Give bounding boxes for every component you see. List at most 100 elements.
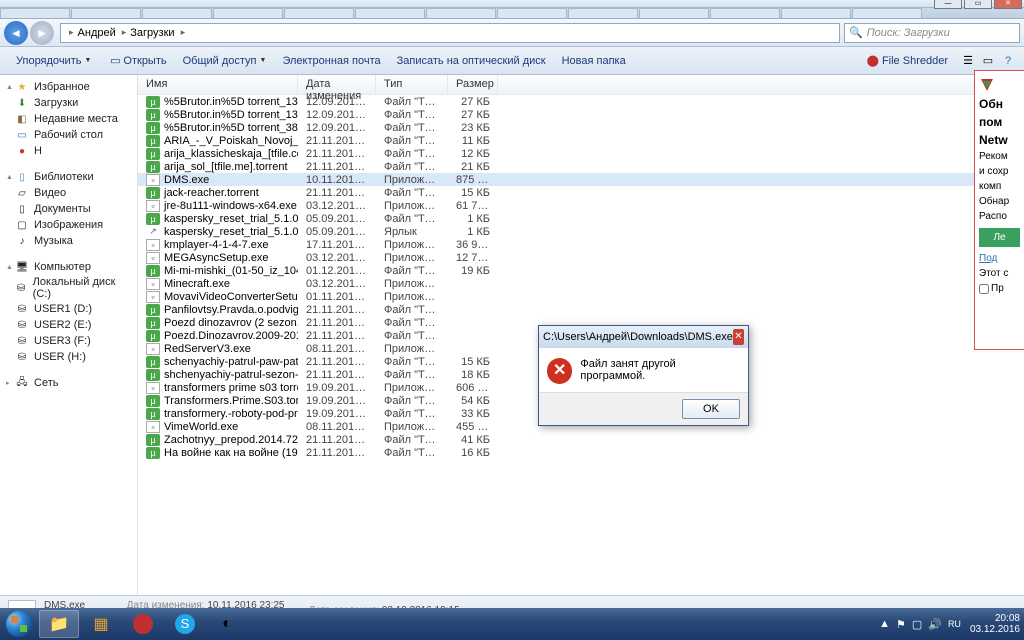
file-date: 19.09.2016 20:56: [298, 395, 376, 407]
tray-up-icon[interactable]: ▲: [879, 618, 890, 630]
bg-tab[interactable]: [355, 8, 425, 18]
forward-button[interactable]: ►: [30, 21, 54, 45]
col-date[interactable]: Дата изменения: [298, 75, 376, 94]
col-name[interactable]: Имя: [138, 75, 298, 94]
kasp-link[interactable]: Под: [979, 253, 1020, 264]
sidebar-item-documents[interactable]: ▯Документы: [0, 201, 137, 217]
crumb-folder[interactable]: Загрузки: [130, 27, 174, 39]
taskbar-app[interactable]: ▦: [81, 610, 121, 638]
bg-tab[interactable]: [568, 8, 638, 18]
minimize-button[interactable]: —: [934, 0, 962, 9]
file-row[interactable]: µARIA_-_V_Poiskah_Novoj_Zhertvy_(AntiS..…: [138, 134, 1024, 147]
file-icon: µ: [146, 135, 160, 147]
tray-clock[interactable]: 20:08 03.12.2016: [970, 613, 1020, 635]
bg-tab[interactable]: [852, 8, 922, 18]
breadcrumb[interactable]: ▸ Андрей ▸ Загрузки ▸: [60, 23, 840, 43]
open-button[interactable]: ▭Открыть: [99, 53, 174, 69]
address-bar-row: ◄ ► ▸ Андрей ▸ Загрузки ▸ 🔍 Поиск: Загру…: [0, 19, 1024, 47]
bg-tab[interactable]: [426, 8, 496, 18]
organize-button[interactable]: Упорядочить▼: [8, 55, 99, 67]
tray-flag-icon[interactable]: ⚑: [896, 618, 906, 631]
sidebar-item-h[interactable]: ●Н: [0, 143, 137, 159]
col-type[interactable]: Тип: [376, 75, 448, 94]
file-row[interactable]: µarija_sol_[tfile.me].torrent21.11.2016 …: [138, 160, 1024, 173]
sidebar-item-drive-h[interactable]: ⛁USER (H:): [0, 349, 137, 365]
sidebar-item-drive-c[interactable]: ⛁Локальный диск (C:): [0, 275, 137, 301]
file-row[interactable]: ▫DMS.exe10.11.2016 23:25Приложение875 КБ: [138, 173, 1024, 186]
kasp-checkbox[interactable]: [979, 284, 989, 294]
bg-tab[interactable]: [213, 8, 283, 18]
file-type: Файл "TORRENT": [376, 187, 448, 199]
taskbar-opera[interactable]: [123, 610, 163, 638]
tray-lang-icon[interactable]: RU: [948, 619, 961, 629]
file-row[interactable]: µ%5Brutor.in%5D torrent_382925.torrent12…: [138, 121, 1024, 134]
sidebar-libraries[interactable]: ▲▯Библиотеки: [0, 169, 137, 185]
sidebar-item-pictures[interactable]: ▢Изображения: [0, 217, 137, 233]
file-row[interactable]: ▫kmplayer-4-1-4-7.exe17.11.2016 20:07При…: [138, 238, 1024, 251]
sidebar-item-drive-e[interactable]: ⛁USER2 (E:): [0, 317, 137, 333]
taskbar-explorer[interactable]: 📁: [39, 610, 79, 638]
bg-tab[interactable]: [142, 8, 212, 18]
file-row[interactable]: ▫MovaviVideoConverterSetupO_1.exe01.11.2…: [138, 290, 1024, 303]
file-row[interactable]: µkaspersky_reset_trial_5.1.0.29.exe.torr…: [138, 212, 1024, 225]
tray-network-icon[interactable]: ▢: [912, 618, 922, 631]
preview-pane-button[interactable]: ▭: [980, 53, 996, 69]
view-button[interactable]: ☰: [960, 53, 976, 69]
file-icon: µ: [146, 187, 160, 199]
taskbar-app2[interactable]: ◐: [207, 610, 247, 638]
bg-tab[interactable]: [71, 8, 141, 18]
bg-tab[interactable]: [639, 8, 709, 18]
file-name: kaspersky_reset_trial_5.1.0.29.exe.torre…: [164, 226, 298, 238]
burn-button[interactable]: Записать на оптический диск: [389, 55, 554, 67]
file-row[interactable]: ▫MEGAsyncSetup.exe03.12.2016 19:03Прилож…: [138, 251, 1024, 264]
sidebar-item-drive-f[interactable]: ⛁USER3 (F:): [0, 333, 137, 349]
file-shredder-button[interactable]: ⬤File Shredder: [859, 54, 956, 67]
crumb-user[interactable]: Андрей: [78, 27, 116, 39]
file-date: 08.11.2016 16:21: [298, 421, 376, 433]
file-row[interactable]: µ%5Brutor.in%5D torrent_138413 (1).torre…: [138, 95, 1024, 108]
file-row[interactable]: ▫Minecraft.exe03.12.2016 16:58Приложение: [138, 277, 1024, 290]
chevron-right-icon: ▸: [69, 27, 74, 38]
taskbar-skype[interactable]: S: [165, 610, 205, 638]
sidebar-computer[interactable]: ▲🖥Компьютер: [0, 259, 137, 275]
close-button[interactable]: ✕: [994, 0, 1022, 9]
file-row[interactable]: ↗kaspersky_reset_trial_5.1.0.29.exe.torr…: [138, 225, 1024, 238]
file-row[interactable]: µjack-reacher.torrent21.11.2016 12:30Фай…: [138, 186, 1024, 199]
start-button[interactable]: [0, 608, 38, 640]
sidebar-item-music[interactable]: ♪Музыка: [0, 233, 137, 249]
file-row[interactable]: µНа войне как на войне (1969) DVDRip от.…: [138, 446, 1024, 459]
ok-button[interactable]: OK: [682, 399, 740, 419]
search-input[interactable]: 🔍 Поиск: Загрузки: [844, 23, 1020, 43]
dialog-title-bar[interactable]: C:\Users\Андрей\Downloads\DMS.exe ✕: [539, 326, 748, 348]
dialog-close-button[interactable]: ✕: [733, 329, 744, 345]
sidebar-item-downloads[interactable]: ⬇Загрузки: [0, 95, 137, 111]
sidebar-item-recent[interactable]: ◧Недавние места: [0, 111, 137, 127]
bg-tab[interactable]: [497, 8, 567, 18]
col-size[interactable]: Размер: [448, 75, 498, 94]
file-row[interactable]: µPanfilovtsy.Pravda.o.podvige.2015.XviD.…: [138, 303, 1024, 316]
bg-tab[interactable]: [284, 8, 354, 18]
bg-tab[interactable]: [0, 8, 70, 18]
share-button[interactable]: Общий доступ▼: [175, 55, 275, 67]
sidebar-favorites[interactable]: ▲★Избранное: [0, 79, 137, 95]
file-row[interactable]: ▫jre-8u111-windows-x64.exe03.12.2016 18:…: [138, 199, 1024, 212]
file-row[interactable]: µarija_klassicheskaja_[tfile.co].torrent…: [138, 147, 1024, 160]
back-button[interactable]: ◄: [4, 21, 28, 45]
file-row[interactable]: µZachotnyy_prepod.2014.720p.BluRay.x26..…: [138, 433, 1024, 446]
sidebar-item-drive-d[interactable]: ⛁USER1 (D:): [0, 301, 137, 317]
maximize-button[interactable]: ▭: [964, 0, 992, 9]
bg-tab[interactable]: [710, 8, 780, 18]
file-name: shchenyachiy-patrul-sezon-3-400x.torrent: [164, 369, 298, 381]
sidebar-network[interactable]: ▸🖧Сеть: [0, 375, 137, 391]
file-row[interactable]: µMi-mi-mishki_(01-50_iz_104)_(2,76GB)[R.…: [138, 264, 1024, 277]
sidebar-item-videos[interactable]: ▱Видео: [0, 185, 137, 201]
file-row[interactable]: µ%5Brutor.in%5D torrent_138413.torrent12…: [138, 108, 1024, 121]
tray-volume-icon[interactable]: 🔊: [928, 618, 942, 631]
file-type: Файл "TORRENT": [376, 408, 448, 420]
email-button[interactable]: Электронная почта: [274, 55, 388, 67]
bg-tab[interactable]: [781, 8, 851, 18]
kasp-action-button[interactable]: Ле: [979, 228, 1020, 247]
help-button[interactable]: ?: [1000, 53, 1016, 69]
sidebar-item-desktop[interactable]: ▭Рабочий стол: [0, 127, 137, 143]
new-folder-button[interactable]: Новая папка: [554, 55, 634, 67]
